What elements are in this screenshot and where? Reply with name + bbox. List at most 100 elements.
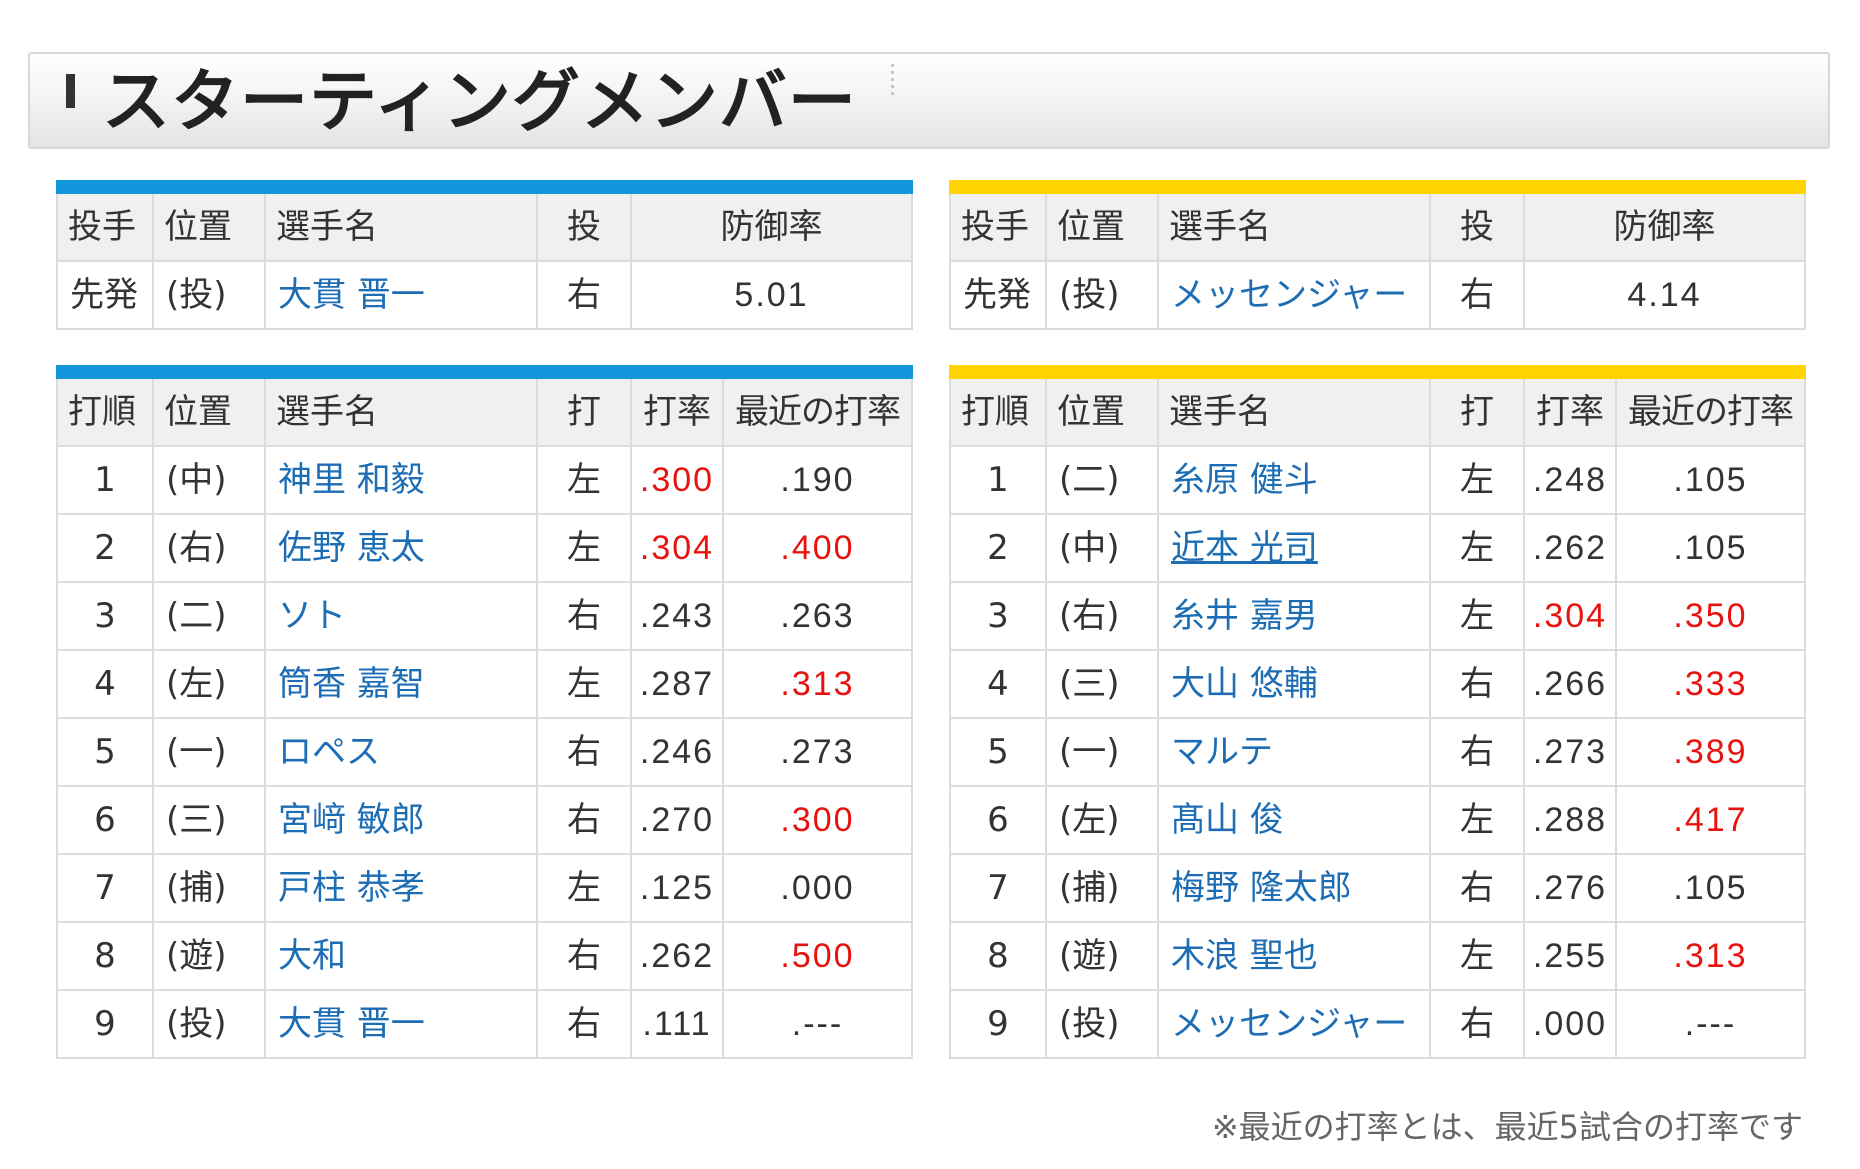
batter-bats: 左	[536, 513, 632, 583]
header-cell: 打	[1429, 371, 1525, 447]
player-link[interactable]: メッセンジャー	[1157, 989, 1431, 1059]
batting-order: 4	[949, 649, 1047, 719]
batting-average: .262	[1523, 513, 1617, 583]
player-link[interactable]: ロペス	[264, 717, 538, 787]
batting-average: .246	[630, 717, 724, 787]
batter-position: (右)	[152, 513, 266, 583]
batting-order: 6	[56, 785, 154, 855]
batting-order: 9	[949, 989, 1047, 1059]
batting-order: 9	[56, 989, 154, 1059]
recent-batting-average: .105	[1615, 853, 1806, 923]
header-cell: 選手名	[1157, 186, 1431, 262]
player-link[interactable]: 糸原 健斗	[1157, 445, 1431, 515]
batting-average: .243	[630, 581, 724, 651]
recent-batting-average: .---	[722, 989, 913, 1059]
header-cell: 位置	[152, 371, 266, 447]
batter-position: (三)	[1045, 649, 1159, 719]
header-cell: 選手名	[264, 186, 538, 262]
batter-position: (二)	[1045, 445, 1159, 515]
player-link[interactable]: 糸井 嘉男	[1157, 581, 1431, 651]
player-link[interactable]: 佐野 恵太	[264, 513, 538, 583]
player-link[interactable]: メッセンジャー	[1157, 260, 1431, 330]
batter-position: (左)	[1045, 785, 1159, 855]
batting-order: 5	[56, 717, 154, 787]
header-cell: 打順	[56, 371, 154, 447]
table-row: 7 (捕) 戸柱 恭孝左 .125.000	[56, 853, 913, 923]
player-link[interactable]: 大山 悠輔	[1157, 649, 1431, 719]
header-cell: 最近の打率	[722, 371, 913, 447]
away-batting-order-table: 打順 位置 選手名 打 打率 最近の打率 1 (二) 糸原 健斗左 .248.105 2…	[949, 365, 1806, 1059]
batter-bats: 左	[536, 445, 632, 515]
player-link[interactable]: 近本 光司	[1157, 513, 1431, 583]
home-batting-order-table: 打順 位置 選手名 打 打率 最近の打率 1 (中) 神里 和毅左 .300.190 2…	[56, 365, 913, 1059]
player-link[interactable]: 梅野 隆太郎	[1157, 853, 1431, 923]
player-link[interactable]: 宮﨑 敏郎	[264, 785, 538, 855]
player-link[interactable]: 大貫 晋一	[264, 260, 538, 330]
batting-order: 3	[949, 581, 1047, 651]
player-link[interactable]: 戸柱 恭孝	[264, 853, 538, 923]
batting-average: .276	[1523, 853, 1617, 923]
table-row: 3 (右) 糸井 嘉男左 .304.350	[949, 581, 1806, 651]
batting-order: 3	[56, 581, 154, 651]
table-header-row: 打順 位置 選手名 打 打率 最近の打率	[56, 371, 913, 447]
pitcher-era: 4.14	[1523, 260, 1806, 330]
player-link[interactable]: マルテ	[1157, 717, 1431, 787]
table-header-row: 投手 位置 選手名 投 防御率	[56, 186, 913, 262]
header-cell: 位置	[1045, 371, 1159, 447]
table-header-row: 打順 位置 選手名 打 打率 最近の打率	[949, 371, 1806, 447]
batting-average: .125	[630, 853, 724, 923]
player-link[interactable]: 神里 和毅	[264, 445, 538, 515]
header-cell: 打率	[1523, 371, 1617, 447]
home-pitcher-table: 投手 位置 選手名 投 防御率 先発 (投) 大貫 晋一 右 5.01	[56, 180, 913, 330]
table-row: 9 (投) 大貫 晋一右 .111 .---	[56, 989, 913, 1059]
batting-order: 2	[949, 513, 1047, 583]
batter-position: (一)	[1045, 717, 1159, 787]
batting-order: 8	[949, 921, 1047, 991]
table-row: 8 (遊) 大和右 .262.500	[56, 921, 913, 991]
recent-batting-average: .---	[1615, 989, 1806, 1059]
pitcher-position: (投)	[152, 260, 266, 330]
batter-position: (右)	[1045, 581, 1159, 651]
table-row: 8 (遊) 木浪 聖也左 .255.313	[949, 921, 1806, 991]
batter-bats: 左	[1429, 785, 1525, 855]
batting-average: .304	[630, 513, 724, 583]
header-cell: 打順	[949, 371, 1047, 447]
header-cell: 投	[1429, 186, 1525, 262]
pitcher-throws: 右	[536, 260, 632, 330]
batting-average: .273	[1523, 717, 1617, 787]
batter-bats: 右	[536, 921, 632, 991]
player-link[interactable]: ソト	[264, 581, 538, 651]
batting-average: .248	[1523, 445, 1617, 515]
player-link[interactable]: 木浪 聖也	[1157, 921, 1431, 991]
batter-position: (遊)	[1045, 921, 1159, 991]
batting-order: 2	[56, 513, 154, 583]
batter-position: (左)	[152, 649, 266, 719]
header-marker-icon	[66, 74, 75, 108]
footnote: ※最近の打率とは、最近5試合の打率です	[1211, 1108, 1803, 1146]
recent-batting-average: .313	[1615, 921, 1806, 991]
player-link[interactable]: 髙山 俊	[1157, 785, 1431, 855]
section-title: スターティングメンバー	[102, 63, 857, 142]
table-row: 5 (一) ロペス右 .246.273	[56, 717, 913, 787]
section-header: スターティングメンバー	[28, 52, 1830, 149]
table-row: 6 (三) 宮﨑 敏郎右 .270.300	[56, 785, 913, 855]
batter-position: (遊)	[152, 921, 266, 991]
recent-batting-average: .500	[722, 921, 913, 991]
recent-batting-average: .417	[1615, 785, 1806, 855]
player-link[interactable]: 筒香 嘉智	[264, 649, 538, 719]
table-row: 6 (左) 髙山 俊左 .288.417	[949, 785, 1806, 855]
player-link[interactable]: 大貫 晋一	[264, 989, 538, 1059]
batting-order: 6	[949, 785, 1047, 855]
table-row: 4 (左) 筒香 嘉智左 .287.313	[56, 649, 913, 719]
batting-order: 8	[56, 921, 154, 991]
batter-bats: 右	[536, 581, 632, 651]
table-row: 2 (中) 近本 光司左 .262.105	[949, 513, 1806, 583]
header-cell: 防御率	[630, 186, 913, 262]
player-link[interactable]: 大和	[264, 921, 538, 991]
batter-position: (投)	[152, 989, 266, 1059]
recent-batting-average: .389	[1615, 717, 1806, 787]
table-row: 4 (三) 大山 悠輔右 .266.333	[949, 649, 1806, 719]
header-cell: 位置	[152, 186, 266, 262]
batter-position: (中)	[152, 445, 266, 515]
batter-position: (捕)	[152, 853, 266, 923]
